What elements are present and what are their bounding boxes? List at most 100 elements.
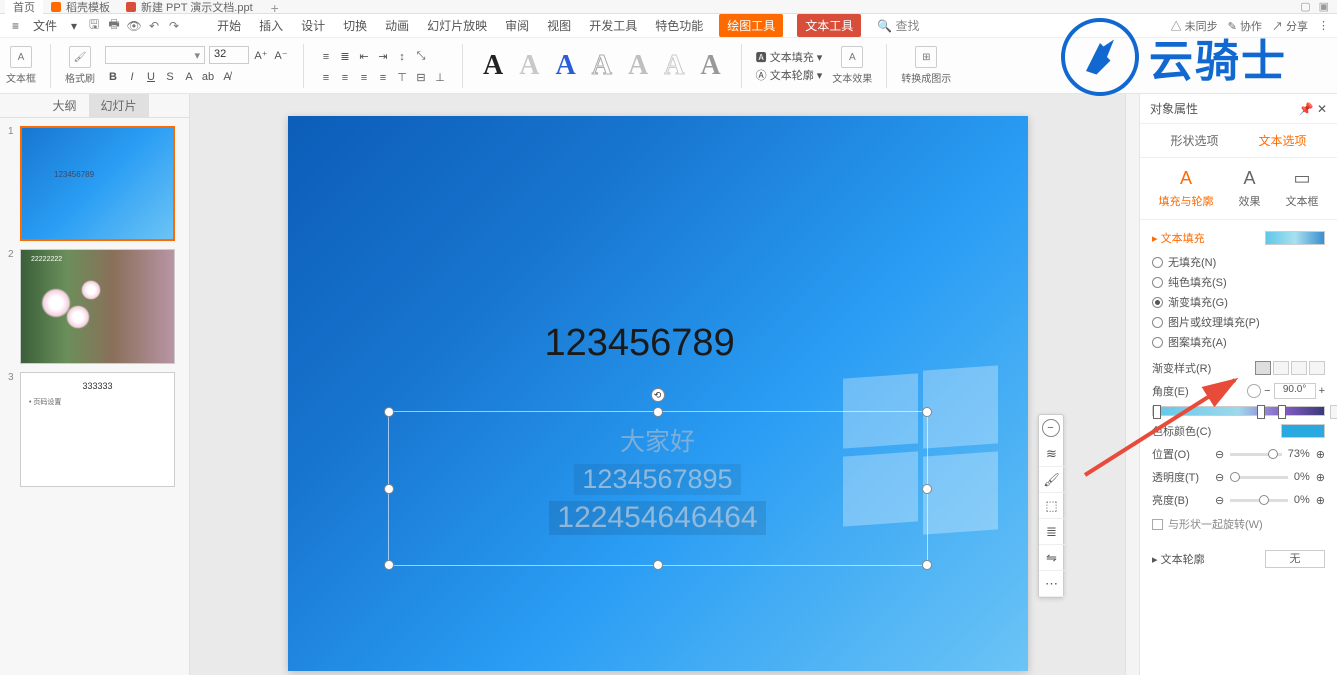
align-center-icon[interactable]: ≡	[337, 70, 353, 86]
search-button[interactable]: 🔍 查找	[875, 14, 921, 37]
no-fill-radio[interactable]: 无填充(N)	[1152, 254, 1325, 270]
align-top-icon[interactable]: ⊤	[394, 70, 410, 86]
picture-fill-radio[interactable]: 图片或纹理填充(P)	[1152, 314, 1325, 330]
align-middle-icon[interactable]: ⊟	[413, 70, 429, 86]
font-size-dropdown[interactable]: 32	[209, 46, 249, 64]
rotate-with-shape-checkbox[interactable]: 与形状一起旋转(W)	[1152, 516, 1325, 532]
window-layout-icon[interactable]: ▢	[1300, 0, 1310, 13]
gradient-stop-1[interactable]	[1153, 405, 1161, 419]
text-style-7[interactable]: A	[694, 48, 726, 84]
italic-icon[interactable]: I	[124, 69, 140, 85]
align-right-icon[interactable]: ≡	[356, 70, 372, 86]
gradient-stop-2[interactable]	[1257, 405, 1265, 419]
shape-options-tab[interactable]: 形状选项	[1170, 132, 1218, 149]
flip-icon[interactable]: ⇋	[1039, 545, 1065, 571]
tab-view[interactable]: 视图	[545, 14, 573, 37]
tab-review[interactable]: 审阅	[503, 14, 531, 37]
textbox-subtab[interactable]: ▭文本框	[1286, 168, 1319, 209]
transparency-increase[interactable]: ⊕	[1316, 471, 1325, 484]
resize-handle-tc[interactable]	[653, 407, 663, 417]
indent-inc-icon[interactable]: ⇥	[375, 49, 391, 65]
angle-dial[interactable]	[1247, 384, 1261, 398]
tab-features[interactable]: 特色功能	[653, 14, 705, 37]
gradient-fill-radio[interactable]: 渐变填充(G)	[1152, 294, 1325, 310]
resize-handle-br[interactable]	[922, 560, 932, 570]
collapse-toolbar-icon[interactable]: −	[1042, 419, 1060, 437]
text-fill-button[interactable]: 🅰 文本填充 ▾	[756, 49, 823, 65]
tab-draw-tools[interactable]: 绘图工具	[719, 14, 783, 37]
print-icon[interactable]: 🖶	[107, 19, 121, 33]
tab-text-tools[interactable]: 文本工具	[797, 14, 861, 37]
transparency-decrease[interactable]: ⊖	[1215, 471, 1224, 484]
resize-handle-ml[interactable]	[384, 484, 394, 494]
font-color-icon[interactable]: A	[181, 69, 197, 85]
tab-document[interactable]: 新建 PPT 演示文档.ppt	[118, 0, 261, 14]
save-icon[interactable]: 🖫	[87, 19, 101, 33]
slide-canvas[interactable]: 123456789 ⟲ 大家好 1234567895 122454646464	[288, 116, 1028, 671]
bullets-icon[interactable]: ≡	[318, 49, 334, 65]
text-style-2[interactable]: A	[513, 48, 545, 84]
line-spacing-icon[interactable]: ↕	[394, 49, 410, 65]
crop-icon[interactable]: ⬚	[1039, 493, 1065, 519]
effect-subtab[interactable]: A效果	[1239, 168, 1261, 209]
text-outline-button[interactable]: Ⓐ 文本轮廓 ▾	[756, 67, 823, 83]
tab-transition[interactable]: 切换	[341, 14, 369, 37]
brightness-decrease[interactable]: ⊖	[1215, 494, 1224, 507]
undo-icon[interactable]: ↶	[147, 19, 161, 33]
fill-outline-subtab[interactable]: A填充与轮廓	[1159, 168, 1214, 209]
layers-icon[interactable]: ≋	[1039, 441, 1065, 467]
brightness-increase[interactable]: ⊕	[1316, 494, 1325, 507]
more-icon[interactable]: ⋮	[1318, 19, 1329, 32]
tab-template[interactable]: 稻壳模板	[43, 0, 118, 14]
resize-handle-bl[interactable]	[384, 560, 394, 570]
numbering-icon[interactable]: ≣	[337, 49, 353, 65]
grad-radial-icon[interactable]	[1273, 361, 1289, 375]
tab-developer[interactable]: 开发工具	[587, 14, 639, 37]
slides-tab[interactable]: 幻灯片	[89, 94, 149, 117]
file-menu[interactable]: 文件	[29, 15, 61, 36]
text-style-3[interactable]: A	[549, 48, 581, 84]
stop-color-swatch[interactable]	[1281, 424, 1325, 438]
text-options-tab[interactable]: 文本选项	[1259, 132, 1307, 149]
angle-decrease[interactable]: −	[1264, 385, 1270, 397]
preview-icon[interactable]: 👁	[127, 19, 141, 33]
angle-input[interactable]: 90.0°	[1274, 383, 1316, 399]
slide-thumb-3[interactable]: 333333 • 页码设置	[20, 372, 175, 487]
text-style-5[interactable]: A	[622, 48, 654, 84]
slide-thumb-1[interactable]: 123456789	[20, 126, 175, 241]
outline-dropdown[interactable]: 无	[1265, 550, 1325, 568]
align-left-icon[interactable]: ≡	[318, 70, 334, 86]
redo-icon[interactable]: ↷	[167, 19, 181, 33]
position-slider[interactable]	[1230, 453, 1282, 456]
tab-start[interactable]: 开始	[215, 14, 243, 37]
resize-handle-tr[interactable]	[922, 407, 932, 417]
text-styles-gallery[interactable]: A A A A A A A	[477, 48, 727, 84]
close-panel-icon[interactable]: ✕	[1317, 102, 1327, 116]
resize-handle-tl[interactable]	[384, 407, 394, 417]
gradient-style-buttons[interactable]	[1255, 361, 1325, 375]
strike-icon[interactable]: S	[162, 69, 178, 85]
bold-icon[interactable]: B	[105, 69, 121, 85]
app-menu-button[interactable]: ≡	[8, 17, 23, 35]
brightness-slider[interactable]	[1230, 499, 1288, 502]
grad-path-icon[interactable]	[1309, 361, 1325, 375]
increase-font-icon[interactable]: A⁺	[253, 47, 269, 63]
decrease-font-icon[interactable]: A⁻	[273, 47, 289, 63]
highlight-icon[interactable]: ab	[200, 69, 216, 85]
resize-handle-bc[interactable]	[653, 560, 663, 570]
text-outline-section-label[interactable]: ▸ 文本轮廓	[1152, 551, 1205, 567]
tab-slideshow[interactable]: 幻灯片放映	[425, 14, 489, 37]
align-justify-icon[interactable]: ≡	[375, 70, 391, 86]
slide-thumb-2[interactable]: 22222222	[20, 249, 175, 364]
text-style-6[interactable]: A	[658, 48, 690, 84]
indent-dec-icon[interactable]: ⇤	[356, 49, 372, 65]
tab-home[interactable]: 首页	[5, 0, 43, 14]
outline-tab[interactable]: 大纲	[40, 94, 88, 117]
rotation-handle[interactable]: ⟲	[651, 388, 665, 402]
align-icon[interactable]: ≣	[1039, 519, 1065, 545]
pattern-fill-radio[interactable]: 图案填充(A)	[1152, 334, 1325, 350]
position-increase[interactable]: ⊕	[1316, 448, 1325, 461]
window-restore-icon[interactable]: ▣	[1319, 0, 1329, 13]
brush-icon[interactable]: 🖌	[1039, 467, 1065, 493]
grad-rect-icon[interactable]	[1291, 361, 1307, 375]
